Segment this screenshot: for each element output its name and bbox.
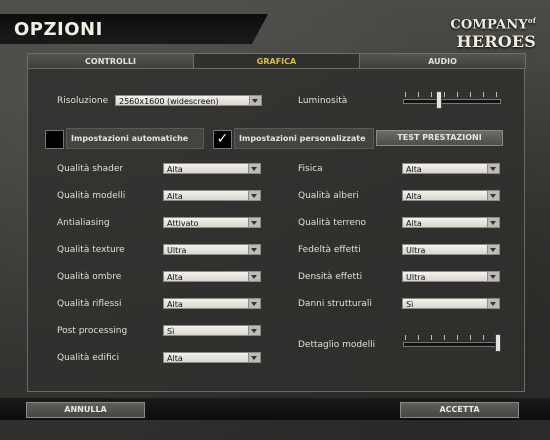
- logo-company: COMPANY: [450, 17, 528, 33]
- model-quality-dropdown[interactable]: Alta: [163, 190, 261, 201]
- antialiasing-value: Attivato: [167, 219, 199, 228]
- chevron-down-icon: [248, 191, 260, 200]
- texture-quality-label: Qualità texture: [57, 245, 125, 255]
- chevron-down-icon: [248, 218, 260, 227]
- auto-settings-label: Impostazioni automatiche: [66, 128, 204, 149]
- logo-heroes: HEROES: [456, 32, 536, 52]
- brightness-slider[interactable]: [403, 99, 501, 104]
- shadow-quality-label: Qualità ombre: [57, 272, 122, 282]
- tree-quality-label: Qualità alberi: [298, 191, 359, 201]
- tab-controlli[interactable]: CONTROLLI: [27, 53, 194, 69]
- resolution-label: Risoluzione: [57, 96, 109, 106]
- terrain-quality-value: Alta: [406, 219, 422, 228]
- chevron-down-icon: [248, 164, 260, 173]
- terrain-quality-dropdown[interactable]: Alta: [402, 217, 500, 228]
- tree-quality-dropdown[interactable]: Alta: [402, 190, 500, 201]
- chevron-down-icon: [487, 299, 499, 308]
- model-detail-label: Dettaglio modelli: [298, 340, 376, 350]
- effects-density-label: Densità effetti: [298, 272, 363, 282]
- model-quality-label: Qualità modelli: [57, 191, 126, 201]
- effects-density-dropdown[interactable]: Ultra: [402, 271, 500, 282]
- checkmark-icon: ✓: [216, 131, 229, 147]
- chevron-down-icon: [249, 96, 261, 105]
- building-quality-value: Alta: [167, 354, 183, 363]
- chevron-down-icon: [248, 326, 260, 335]
- chevron-down-icon: [487, 218, 499, 227]
- reflection-quality-label: Qualità riflessi: [57, 299, 122, 309]
- antialiasing-dropdown[interactable]: Attivato: [163, 217, 261, 228]
- model-quality-value: Alta: [167, 192, 183, 201]
- building-quality-label: Qualità edifici: [57, 353, 120, 363]
- performance-test-button[interactable]: TEST PRESTAZIONI: [376, 130, 503, 146]
- custom-settings-checkbox[interactable]: ✓: [213, 130, 232, 149]
- tab-audio[interactable]: AUDIO: [359, 53, 526, 69]
- reflection-quality-value: Alta: [167, 300, 183, 309]
- texture-quality-value: Ultra: [167, 246, 187, 255]
- tab-grafica[interactable]: GRAFICA: [193, 53, 360, 69]
- physics-dropdown[interactable]: Alta: [402, 163, 500, 174]
- post-processing-value: Sì: [167, 327, 175, 336]
- structural-damage-label: Danni strutturali: [298, 299, 372, 309]
- cancel-button[interactable]: ANNULLA: [26, 402, 145, 418]
- effects-fidelity-label: Fedeltà effetti: [298, 245, 361, 255]
- physics-value: Alta: [406, 165, 422, 174]
- page-title: OPZIONI: [14, 19, 103, 40]
- antialiasing-label: Antialiasing: [57, 218, 110, 228]
- effects-fidelity-value: Ultra: [406, 246, 426, 255]
- reflection-quality-dropdown[interactable]: Alta: [163, 298, 261, 309]
- physics-label: Fisica: [298, 164, 323, 174]
- chevron-down-icon: [248, 245, 260, 254]
- terrain-quality-label: Qualità terreno: [298, 218, 367, 228]
- chevron-down-icon: [487, 245, 499, 254]
- shadow-quality-value: Alta: [167, 273, 183, 282]
- effects-density-value: Ultra: [406, 273, 426, 282]
- chevron-down-icon: [487, 191, 499, 200]
- chevron-down-icon: [248, 299, 260, 308]
- post-processing-label: Post processing: [57, 326, 128, 336]
- brightness-ticks: [405, 92, 497, 98]
- post-processing-dropdown[interactable]: Sì: [163, 325, 261, 336]
- chevron-down-icon: [248, 353, 260, 362]
- tab-bar: CONTROLLI GRAFICA AUDIO: [27, 53, 526, 69]
- chevron-down-icon: [248, 272, 260, 281]
- auto-settings-checkbox[interactable]: [45, 130, 64, 149]
- effects-fidelity-dropdown[interactable]: Ultra: [402, 244, 500, 255]
- texture-quality-dropdown[interactable]: Ultra: [163, 244, 261, 255]
- model-detail-slider[interactable]: [403, 342, 501, 347]
- chevron-down-icon: [487, 164, 499, 173]
- resolution-dropdown[interactable]: 2560x1600 (widescreen): [115, 95, 262, 106]
- shadow-quality-dropdown[interactable]: Alta: [163, 271, 261, 282]
- model-detail-ticks: [405, 335, 497, 341]
- building-quality-dropdown[interactable]: Alta: [163, 352, 261, 363]
- chevron-down-icon: [487, 272, 499, 281]
- accept-button[interactable]: ACCETTA: [400, 402, 519, 418]
- custom-settings-label: Impostazioni personalizzate: [234, 128, 374, 149]
- game-logo: COMPANYof HEROES: [450, 16, 536, 51]
- structural-damage-dropdown[interactable]: Sì: [402, 298, 500, 309]
- resolution-value: 2560x1600 (widescreen): [119, 97, 219, 106]
- model-detail-slider-handle[interactable]: [495, 334, 501, 352]
- brightness-label: Luminosità: [298, 96, 348, 106]
- shader-quality-dropdown[interactable]: Alta: [163, 163, 261, 174]
- logo-of: of: [527, 16, 536, 25]
- structural-damage-value: Sì: [406, 300, 414, 309]
- tree-quality-value: Alta: [406, 192, 422, 201]
- shader-quality-value: Alta: [167, 165, 183, 174]
- shader-quality-label: Qualità shader: [57, 164, 124, 174]
- brightness-slider-handle[interactable]: [436, 91, 442, 109]
